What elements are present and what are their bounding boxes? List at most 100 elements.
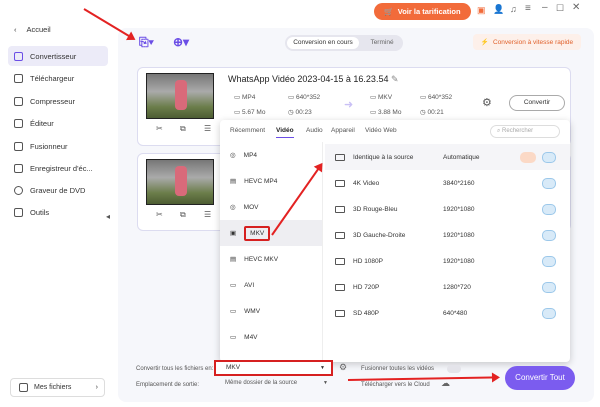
merge-label: Fusionner toutes les vidéos: [361, 366, 435, 372]
annotation-arrow: [83, 8, 135, 40]
sidebar-item-merger[interactable]: Fusionneur: [8, 136, 108, 156]
output-select[interactable]: Même dossier de la source ▼: [225, 380, 332, 386]
dst-size: ▭ 3.88 Mo: [370, 109, 402, 116]
quality-option[interactable]: HD 720P 1280*720: [325, 274, 570, 300]
pricing-button[interactable]: 🛒 Voir la tarification: [374, 3, 471, 20]
close-icon[interactable]: ✕: [572, 2, 580, 13]
format-hevc-mkv[interactable]: ▤ HEVC MKV: [220, 246, 322, 272]
format-hevc-mp4[interactable]: ▤ HEVC MP4: [220, 168, 322, 194]
quality-option[interactable]: Identique à la source Automatique: [325, 144, 570, 170]
sidebar-item-dvd[interactable]: Graveur de DVD: [8, 180, 108, 200]
video-icon: [335, 257, 345, 265]
convert-all-button[interactable]: Convertir Tout: [505, 366, 575, 390]
folder-icon: [19, 383, 28, 392]
quality-option[interactable]: HD 1080P 1920*1080: [325, 248, 570, 274]
edit-quality-icon[interactable]: [542, 281, 556, 293]
edit-quality-icon[interactable]: [542, 229, 556, 241]
edit-quality-icon[interactable]: [542, 255, 556, 267]
maximize-icon[interactable]: ☐: [556, 3, 564, 14]
effects-icon[interactable]: ☰: [204, 210, 211, 219]
output-label: Emplacement de sortie:: [136, 382, 200, 388]
collapse-sidebar-icon[interactable]: ◂: [106, 212, 110, 221]
dst-duration: ◷ 00:21: [420, 109, 444, 116]
video-thumbnail[interactable]: [146, 73, 214, 119]
tools-icon: [14, 207, 23, 217]
support-icon[interactable]: ♫: [510, 4, 517, 14]
sidebar-item-compressor[interactable]: Compresseur: [8, 91, 108, 111]
search-input[interactable]: ⌕ Rechercher: [490, 125, 560, 138]
settings-file-icon[interactable]: ⚙: [482, 96, 492, 109]
trim-icon[interactable]: ✂: [156, 210, 163, 219]
format-mp4[interactable]: ◎ MP4: [220, 142, 322, 168]
format-mov[interactable]: ◎ MOV: [220, 194, 322, 220]
src-res: ▭ 640*352: [288, 94, 321, 101]
convert-button[interactable]: Convertir: [509, 95, 565, 111]
add-file-icon[interactable]: ⎘▾: [139, 35, 154, 50]
gift-icon[interactable]: ▣: [477, 5, 486, 16]
merge-toggle[interactable]: [447, 365, 461, 373]
tab-device[interactable]: Appareil: [331, 127, 355, 134]
crop-icon[interactable]: ⧉: [180, 210, 186, 220]
edit-quality-icon[interactable]: [542, 307, 556, 319]
record-icon: [14, 163, 23, 173]
video-thumbnail[interactable]: [146, 159, 214, 205]
edit-quality-icon[interactable]: [542, 151, 556, 163]
minimize-icon[interactable]: –: [542, 2, 548, 13]
crop-icon[interactable]: ⧉: [180, 124, 186, 134]
tab-audio[interactable]: Audio: [306, 127, 323, 134]
src-format: ▭ MP4: [234, 94, 256, 101]
menu-icon[interactable]: ≡: [525, 3, 531, 14]
settings-icon[interactable]: ⚙: [339, 362, 347, 373]
sidebar-item-downloader[interactable]: Téléchargeur: [8, 68, 108, 88]
compress-icon: [14, 96, 23, 106]
cloud-label: Télécharger vers le Cloud: [361, 382, 430, 388]
video-icon: [335, 179, 345, 187]
quality-option[interactable]: 3D Gauche-Droite 1920*1080: [325, 222, 570, 248]
quality-option[interactable]: 3D Rouge-Bleu 1920*1080: [325, 196, 570, 222]
file-title: WhatsApp Vidéo 2023-04-15 à 16.23.54 ✎: [228, 74, 399, 84]
dst-res: ▭ 640*352: [420, 94, 453, 101]
dvd-icon: [14, 185, 23, 195]
format-icon: ▤: [230, 256, 237, 263]
format-icon: ▭: [230, 282, 237, 289]
format-dropdown: Récemment Vidéo Audio Appareil Vidéo Web…: [220, 120, 570, 362]
trim-icon[interactable]: ✂: [156, 124, 163, 133]
user-icon[interactable]: 👤: [493, 4, 504, 15]
edit-quality-icon[interactable]: [542, 177, 556, 189]
sidebar-item-converter[interactable]: Convertisseur: [8, 46, 108, 66]
tab-web-video[interactable]: Vidéo Web: [365, 127, 397, 134]
format-wmv[interactable]: ▭ WMV: [220, 298, 322, 324]
link-icon[interactable]: [520, 151, 536, 163]
src-size: ▭ 5.67 Mo: [234, 109, 266, 116]
format-avi[interactable]: ▭ AVI: [220, 272, 322, 298]
tab-in-progress[interactable]: Conversion en cours: [287, 37, 359, 49]
edit-icon[interactable]: ✎: [391, 74, 399, 84]
add-media-icon[interactable]: ⊕▾: [173, 35, 189, 49]
tab-video[interactable]: Vidéo: [276, 127, 294, 138]
convert-all-label: Convertir tous les fichiers en:: [136, 366, 214, 372]
back-home[interactable]: ‹ Accueil: [14, 25, 51, 34]
format-icon: ◎: [230, 204, 236, 211]
sidebar-item-tools[interactable]: Outils: [8, 202, 108, 222]
quality-option[interactable]: 4K Video 3840*2160: [325, 170, 570, 196]
quality-option[interactable]: SD 480P 640*480: [325, 300, 570, 326]
convert-all-select[interactable]: MKV ▼: [214, 360, 333, 376]
video-icon: [335, 283, 345, 291]
video-icon: [335, 231, 345, 239]
sidebar-item-recorder[interactable]: Enregistreur d'éc...: [8, 158, 108, 178]
cart-icon: 🛒: [384, 7, 394, 16]
lightning-icon: ⚡: [480, 39, 489, 46]
cloud-icon[interactable]: ☁: [441, 378, 450, 389]
fast-conversion-button[interactable]: ⚡ Conversion à vitesse rapide: [473, 34, 581, 50]
video-icon: [335, 205, 345, 213]
tab-done[interactable]: Terminé: [363, 37, 401, 49]
chevron-down-icon: ▼: [323, 380, 328, 386]
tab-recent[interactable]: Récemment: [230, 127, 265, 134]
merge-icon: [14, 141, 23, 151]
edit-quality-icon[interactable]: [542, 203, 556, 215]
my-files-button[interactable]: Mes fichiers ›: [10, 378, 105, 397]
format-m4v[interactable]: ▭ M4V: [220, 324, 322, 350]
effects-icon[interactable]: ☰: [204, 124, 211, 133]
sidebar-item-editor[interactable]: Éditeur: [8, 113, 108, 133]
download-icon: [14, 73, 23, 83]
